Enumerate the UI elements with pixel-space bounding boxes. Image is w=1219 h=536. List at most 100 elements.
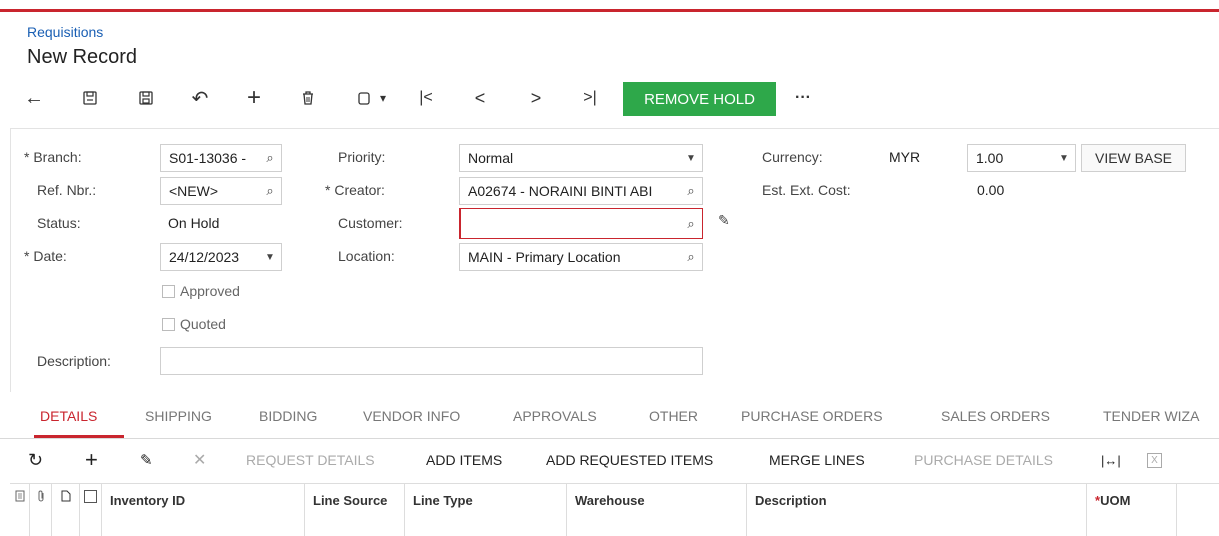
status-label: Status: xyxy=(37,215,81,231)
refnbr-field[interactable]: <NEW> ⌕ xyxy=(160,177,282,205)
add-icon[interactable]: + xyxy=(242,82,266,114)
refnbr-value: <NEW> xyxy=(169,183,219,199)
add-requested-items-button[interactable]: ADD REQUESTED ITEMS xyxy=(546,442,713,478)
save-icon[interactable] xyxy=(134,82,158,114)
creator-label: * Creator: xyxy=(325,182,385,198)
fit-columns-icon[interactable]: |↔| xyxy=(1101,442,1121,478)
search-icon[interactable]: ⌕ xyxy=(259,150,281,166)
creator-label-text: Creator: xyxy=(334,182,385,198)
add-items-button[interactable]: ADD ITEMS xyxy=(426,442,502,478)
location-value: MAIN - Primary Location xyxy=(468,249,621,265)
approved-checkbox[interactable]: Approved xyxy=(162,283,240,299)
last-record-icon[interactable]: >| xyxy=(578,82,602,114)
customer-field[interactable]: ⌕ xyxy=(459,208,703,239)
request-details-button[interactable]: REQUEST DETAILS xyxy=(246,442,375,478)
location-label: Location: xyxy=(338,248,395,264)
chevron-down-icon[interactable]: ▼ xyxy=(680,153,702,164)
next-record-icon[interactable]: > xyxy=(524,82,548,114)
col-warehouse[interactable]: Warehouse xyxy=(567,484,747,536)
edit-icon[interactable]: ✎ xyxy=(140,442,153,478)
branch-label: * Branch: xyxy=(24,149,82,165)
chevron-down-icon[interactable]: ▾ xyxy=(376,82,390,114)
currency-code: MYR xyxy=(889,149,921,165)
search-icon[interactable]: ⌕ xyxy=(680,183,702,199)
merge-lines-button[interactable]: MERGE LINES xyxy=(769,442,865,478)
search-icon[interactable]: ⌕ xyxy=(259,183,281,199)
grid-toolbar: ↻ + ✎ ✕ REQUEST DETAILS ADD ITEMS ADD RE… xyxy=(0,442,1219,478)
date-field[interactable]: 24/12/2023 ▼ xyxy=(160,243,282,271)
priority-select[interactable]: Normal ▼ xyxy=(459,144,703,172)
undo-icon[interactable]: ↶ xyxy=(188,82,212,114)
breadcrumb[interactable]: Requisitions xyxy=(27,24,103,40)
date-label-text: Date: xyxy=(33,248,67,264)
grid-header: Inventory ID Line Source Line Type Wareh… xyxy=(10,483,1219,536)
document-icon[interactable] xyxy=(52,484,80,536)
tab-details[interactable]: DETAILS xyxy=(40,408,97,424)
delete-icon[interactable] xyxy=(296,82,320,114)
main-toolbar: ← ↶ + ▾ |< < > >| REMOVE HOLD ··· xyxy=(22,82,822,116)
view-base-button[interactable]: VIEW BASE xyxy=(1081,144,1186,172)
col-inventory-id[interactable]: Inventory ID xyxy=(102,484,305,536)
page-title: New Record xyxy=(27,46,138,68)
required-mark: * xyxy=(24,248,30,264)
copy-paste-icon[interactable] xyxy=(352,82,376,114)
col-description[interactable]: Description xyxy=(747,484,1087,536)
branch-value: S01-13036 - xyxy=(169,150,247,166)
edit-pencil-icon[interactable]: ✎ xyxy=(718,212,730,229)
back-icon[interactable]: ← xyxy=(22,82,46,114)
col-uom-label: UOM xyxy=(1100,493,1131,508)
tab-approvals[interactable]: APPROVALS xyxy=(513,408,597,424)
creator-value: A02674 - NORAINI BINTI ABI xyxy=(468,183,653,199)
customer-label: Customer: xyxy=(338,215,403,231)
tab-bidding[interactable]: BIDDING xyxy=(259,408,317,424)
first-record-icon[interactable]: |< xyxy=(414,82,438,114)
tab-shipping[interactable]: SHIPPING xyxy=(145,408,212,424)
search-icon[interactable]: ⌕ xyxy=(680,249,702,265)
more-icon[interactable]: ··· xyxy=(788,82,818,114)
branch-field[interactable]: S01-13036 - ⌕ xyxy=(160,144,282,172)
currency-rate-select[interactable]: 1.00 ▼ xyxy=(967,144,1076,172)
col-line-type[interactable]: Line Type xyxy=(405,484,567,536)
notes-icon[interactable] xyxy=(10,484,30,536)
save-close-icon[interactable] xyxy=(78,82,102,114)
location-field[interactable]: MAIN - Primary Location ⌕ xyxy=(459,243,703,271)
tab-purchase-orders[interactable]: PURCHASE ORDERS xyxy=(741,408,883,424)
est-cost-label: Est. Ext. Cost: xyxy=(762,182,851,198)
quoted-checkbox[interactable]: Quoted xyxy=(162,316,226,332)
branch-label-text: Branch: xyxy=(33,149,82,165)
approved-label: Approved xyxy=(180,283,240,299)
select-all-checkbox[interactable] xyxy=(80,484,102,536)
tab-bar: DETAILS SHIPPING BIDDING VENDOR INFO APP… xyxy=(0,400,1219,439)
col-uom[interactable]: *UOM xyxy=(1087,484,1177,536)
chevron-down-icon[interactable]: ▼ xyxy=(1053,153,1075,164)
tab-tender-wizard[interactable]: TENDER WIZA xyxy=(1103,408,1199,424)
prev-record-icon[interactable]: < xyxy=(468,82,492,114)
delete-row-icon[interactable]: ✕ xyxy=(193,442,206,478)
refresh-icon[interactable]: ↻ xyxy=(28,442,43,478)
checkbox-box[interactable] xyxy=(162,284,175,298)
search-icon[interactable]: ⌕ xyxy=(680,216,702,232)
remove-hold-button[interactable]: REMOVE HOLD xyxy=(623,82,776,116)
est-cost-value: 0.00 xyxy=(977,182,1005,198)
creator-field[interactable]: A02674 - NORAINI BINTI ABI ⌕ xyxy=(459,177,703,205)
top-accent-bar xyxy=(0,0,1219,12)
priority-value: Normal xyxy=(468,150,514,166)
add-row-icon[interactable]: + xyxy=(85,442,98,478)
tab-vendor-info[interactable]: VENDOR INFO xyxy=(363,408,460,424)
description-label: Description: xyxy=(37,353,111,369)
active-tab-indicator xyxy=(34,435,124,438)
checkbox-box[interactable] xyxy=(84,490,97,503)
currency-label: Currency: xyxy=(762,149,823,165)
attachment-icon[interactable] xyxy=(30,484,52,536)
tab-other[interactable]: OTHER xyxy=(649,408,698,424)
checkbox-box[interactable] xyxy=(162,317,175,331)
required-mark: * xyxy=(24,149,30,165)
excel-export-icon[interactable]: X xyxy=(1147,442,1162,478)
chevron-down-icon[interactable]: ▼ xyxy=(259,252,281,263)
col-line-source[interactable]: Line Source xyxy=(305,484,405,536)
tab-sales-orders[interactable]: SALES ORDERS xyxy=(941,408,1050,424)
purchase-details-button[interactable]: PURCHASE DETAILS xyxy=(914,442,1053,478)
required-mark: * xyxy=(325,182,331,198)
status-value: On Hold xyxy=(168,215,220,231)
description-field[interactable] xyxy=(160,347,703,375)
